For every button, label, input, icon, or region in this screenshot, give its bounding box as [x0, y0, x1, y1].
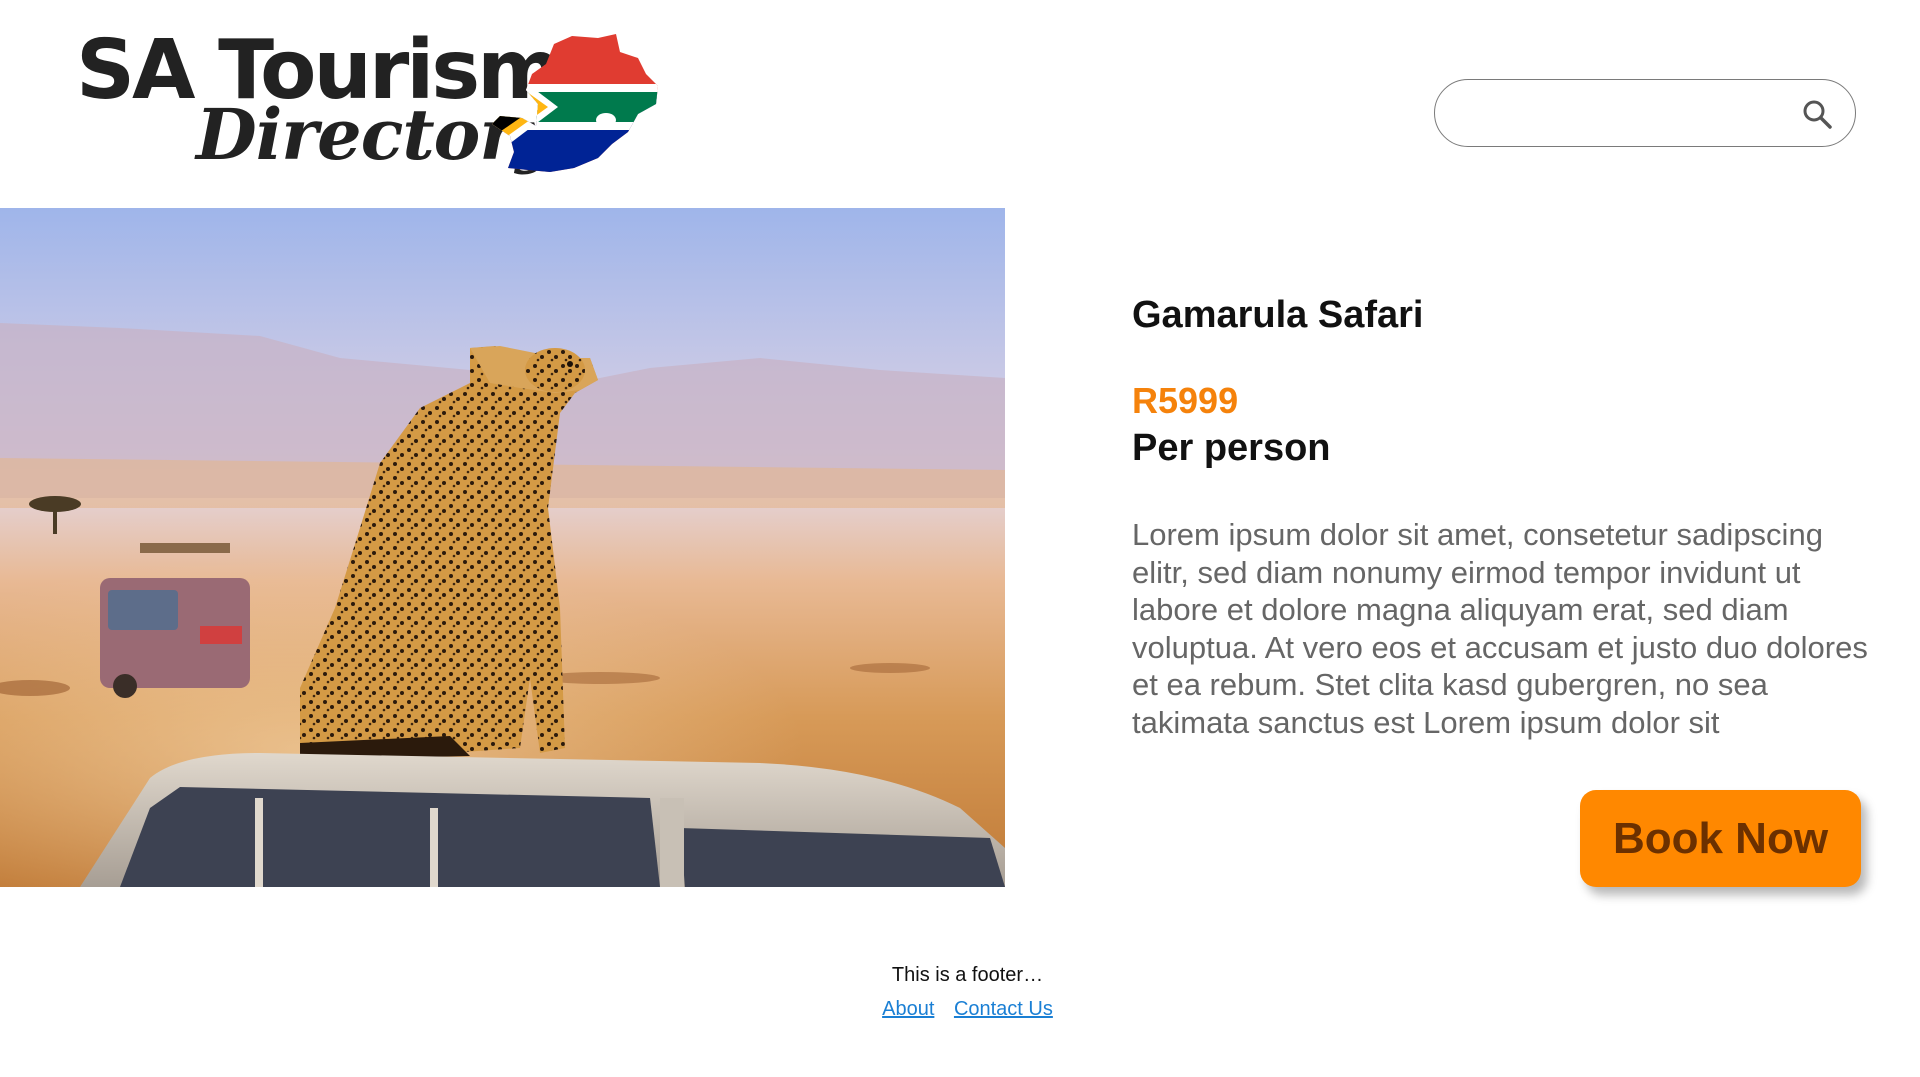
listing-description: Lorem ipsum dolor sit amet, consetetur s…	[1132, 517, 1868, 740]
south-africa-flag-map-icon	[492, 34, 658, 172]
search-input[interactable]	[1457, 90, 1777, 136]
site-logo[interactable]: SA Tourism Directory	[70, 30, 690, 200]
listing-title: Gamarula Safari	[1132, 294, 1424, 336]
footer-link-contact-us[interactable]: Contact Us	[954, 998, 1053, 1020]
book-now-button[interactable]: Book Now	[1580, 790, 1861, 887]
cheetah-photo	[0, 208, 1005, 887]
search-icon[interactable]	[1801, 98, 1833, 130]
listing-price: R5999	[1132, 380, 1239, 421]
hero-image	[0, 208, 1005, 887]
footer-link-about[interactable]: About	[882, 998, 934, 1020]
search-bar[interactable]	[1434, 79, 1856, 147]
footer-text: This is a footer…	[891, 964, 1044, 986]
price-unit: Per person	[1132, 427, 1331, 469]
page: SA Tourism Directory Gamarula Safari R59…	[0, 0, 1920, 1077]
footer-links: About Contact Us	[0, 998, 1920, 1021]
